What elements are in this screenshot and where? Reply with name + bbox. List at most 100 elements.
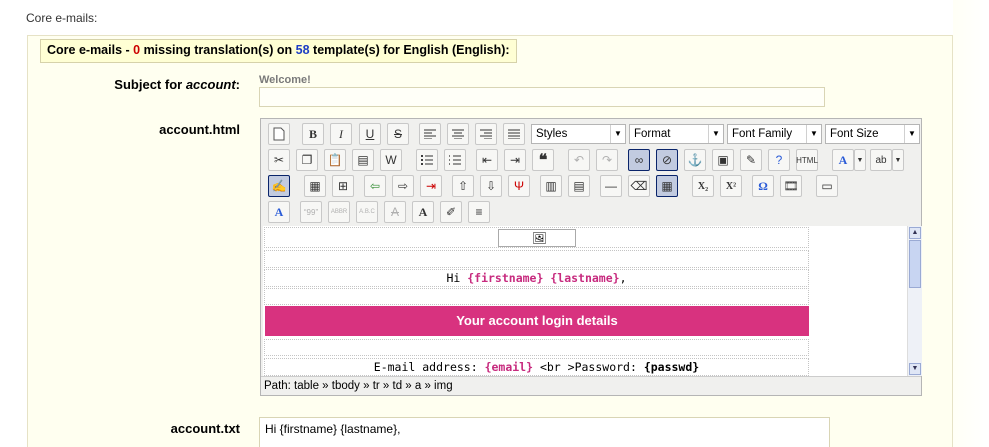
legend-prefix: Core e-mails - <box>47 43 134 57</box>
cell-props-icon[interactable]: ⊞ <box>332 175 354 197</box>
broken-image-icon: 🖼 <box>532 231 547 245</box>
remove-format-icon[interactable]: ⌫ <box>628 175 650 197</box>
numbered-list-icon[interactable] <box>444 149 466 171</box>
merge-cells-icon[interactable]: ▤ <box>568 175 590 197</box>
page-fade <box>953 0 989 447</box>
indent-icon[interactable]: ⇥ <box>504 149 526 171</box>
html-source-icon[interactable]: HTML <box>796 149 818 171</box>
styles-select-label: Styles <box>536 128 568 140</box>
scroll-up-icon[interactable]: ▲ <box>909 227 921 239</box>
copy-icon[interactable]: ❐ <box>296 149 318 171</box>
email-label: E-mail address: <box>373 360 485 374</box>
cut-icon[interactable]: ✂ <box>268 149 290 171</box>
split-cells-icon[interactable]: ▥ <box>540 175 562 197</box>
font-size-select[interactable]: Font Size ▼ <box>825 124 920 144</box>
firstname-var: {firstname} <box>467 271 544 285</box>
insert-col-after-icon[interactable]: ⇩ <box>480 175 502 197</box>
align-right-icon[interactable] <box>475 123 497 145</box>
align-justify-icon[interactable] <box>503 123 525 145</box>
align-center-icon[interactable] <box>447 123 469 145</box>
font-family-select-label: Font Family <box>732 128 793 140</box>
html-field-label: account.html <box>159 122 240 137</box>
subscript-icon[interactable]: X₂ <box>692 175 714 197</box>
outdent-icon[interactable]: ⇤ <box>476 149 498 171</box>
media-icon[interactable]: 🎞 <box>780 175 802 197</box>
subject-label-colon: : <box>235 77 240 92</box>
italic-icon[interactable]: I <box>330 123 352 145</box>
table-props-icon[interactable]: ▦ <box>304 175 326 197</box>
insert-col-before-icon[interactable]: ⇧ <box>452 175 474 197</box>
greeting-comma: , <box>619 271 627 285</box>
special-char-icon[interactable]: Ω <box>752 175 774 197</box>
html-editor: B I U S Styles ▼ Format ▼ Font Family ▼ Fon… <box>260 118 922 396</box>
subject-input[interactable] <box>259 87 825 107</box>
cleanup-icon[interactable]: ✎ <box>740 149 762 171</box>
subject-label: Subject for account: <box>40 77 240 92</box>
chevron-down-icon: ▼ <box>708 125 723 143</box>
txt-textarea[interactable]: Hi {firstname} {lastname}, <box>259 417 830 447</box>
chevron-down-icon: ▼ <box>610 125 625 143</box>
paste-icon[interactable]: 📋 <box>324 149 346 171</box>
bullet-list-icon[interactable] <box>416 149 438 171</box>
ins-icon[interactable]: A <box>412 201 434 223</box>
delete-row-icon[interactable]: ⇥ <box>420 175 442 197</box>
visual-chars-icon[interactable]: ≡ <box>468 201 490 223</box>
email-var: {email} <box>484 360 534 374</box>
toolbar-row-2: ✂ ❐ 📋 ▤ W ⇤ ⇥ ❝ ↶ ↷ ∞ ⊘ ⚓ ▣ ✎ ? HTML A ▼… <box>265 149 921 171</box>
styleprops-icon[interactable]: A <box>268 201 290 223</box>
horizontal-rule-icon[interactable]: — <box>600 175 622 197</box>
chevron-down-icon[interactable]: ▼ <box>854 149 866 171</box>
unlink-icon[interactable]: ⊘ <box>656 149 678 171</box>
paste-word-icon[interactable]: W <box>380 149 402 171</box>
template-icon[interactable]: ▭ <box>816 175 838 197</box>
attribs-icon[interactable]: ✐ <box>440 201 462 223</box>
bold-icon[interactable]: B <box>302 123 324 145</box>
element-path: Path: table » tbody » tr » td » a » img <box>261 376 921 395</box>
toolbar-row-1: B I U S Styles ▼ Format ▼ Font Family ▼ Fon… <box>265 123 921 145</box>
lastname-var: {lastname} <box>550 271 620 285</box>
section-label: Core e-mails: <box>26 11 98 25</box>
insert-table-icon[interactable]: ▦ <box>656 175 678 197</box>
format-select[interactable]: Format ▼ <box>629 124 724 144</box>
font-family-select[interactable]: Font Family ▼ <box>727 124 822 144</box>
credentials-cell: E-mail address: {email} <br >Password: {… <box>264 358 809 376</box>
background-color-icon[interactable]: ab <box>870 149 892 171</box>
del-icon[interactable]: A <box>384 201 406 223</box>
editor-scrollbar[interactable]: ▲ ▼ <box>907 226 922 376</box>
blockquote-icon[interactable]: ❝ <box>532 149 554 171</box>
edit-css-icon[interactable]: ✍ <box>268 175 290 197</box>
scroll-thumb[interactable] <box>909 240 921 288</box>
format-select-label: Format <box>634 128 671 140</box>
insert-row-before-icon[interactable]: ⇦ <box>364 175 386 197</box>
logo-image-placeholder[interactable]: 🖼 <box>498 229 576 247</box>
greeting-text: Hi <box>446 271 468 285</box>
paste-text-icon[interactable]: ▤ <box>352 149 374 171</box>
subject-label-name: account <box>185 77 236 92</box>
strikethrough-icon[interactable]: S <box>387 123 409 145</box>
delete-col-icon[interactable]: Ψ <box>508 175 530 197</box>
anchor-icon[interactable]: ⚓ <box>684 149 706 171</box>
text-color-icon[interactable]: A <box>832 149 854 171</box>
superscript-icon[interactable]: X² <box>720 175 742 197</box>
chevron-down-icon[interactable]: ▼ <box>892 149 904 171</box>
redo-icon[interactable]: ↷ <box>596 149 618 171</box>
image-icon[interactable]: ▣ <box>712 149 734 171</box>
underline-icon[interactable]: U <box>359 123 381 145</box>
align-left-icon[interactable] <box>419 123 441 145</box>
undo-icon[interactable]: ↶ <box>568 149 590 171</box>
insert-row-after-icon[interactable]: ⇨ <box>392 175 414 197</box>
cite-icon[interactable]: “99” <box>300 201 322 223</box>
link-icon[interactable]: ∞ <box>628 149 650 171</box>
chevron-down-icon: ▼ <box>904 125 919 143</box>
chevron-down-icon: ▼ <box>806 125 821 143</box>
new-document-icon[interactable] <box>268 123 290 145</box>
styles-select[interactable]: Styles ▼ <box>531 124 626 144</box>
acronym-icon[interactable]: A.B.C <box>356 201 378 223</box>
scroll-down-icon[interactable]: ▼ <box>909 363 921 375</box>
help-icon[interactable]: ? <box>768 149 790 171</box>
editor-content[interactable]: 🖼 Hi {firstname} {lastname}, Your accoun… <box>263 226 907 376</box>
password-label: <br >Password: <box>533 360 644 374</box>
abbr-icon[interactable]: ABBR <box>328 201 350 223</box>
spacer-cell <box>264 250 809 268</box>
passwd-var: {passwd} <box>643 360 700 374</box>
